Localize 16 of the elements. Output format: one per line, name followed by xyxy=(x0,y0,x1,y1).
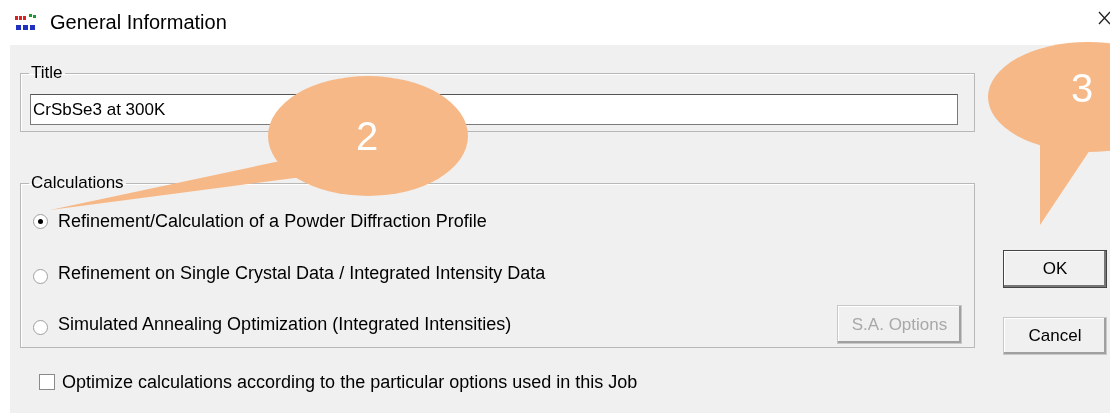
callout-number: 3 xyxy=(1071,66,1094,111)
cancel-button[interactable]: Cancel xyxy=(1003,317,1107,355)
group-label: Calculations xyxy=(30,173,125,193)
app-logo-icon xyxy=(14,12,38,33)
checkbox[interactable] xyxy=(39,374,55,391)
radio-label: Refinement/Calculation of a Powder Diffraction Profile xyxy=(58,210,487,232)
close-icon[interactable] xyxy=(1098,11,1110,25)
radio-label: Simulated Annealing Optimization (Integrated Intensities) xyxy=(58,314,512,335)
group-label: Title xyxy=(30,63,64,83)
ok-button[interactable]: OK xyxy=(1003,250,1107,288)
window-title: General Information xyxy=(50,11,227,34)
radio-button[interactable] xyxy=(33,213,48,229)
radio-button[interactable] xyxy=(33,320,48,335)
radio-button[interactable] xyxy=(33,269,48,284)
radio-label: Refinement on Single Crystal Data / Integrated Intensity Data xyxy=(58,263,546,284)
checkbox-label: Optimize calculations according to the particular options used in this Job xyxy=(62,371,638,393)
